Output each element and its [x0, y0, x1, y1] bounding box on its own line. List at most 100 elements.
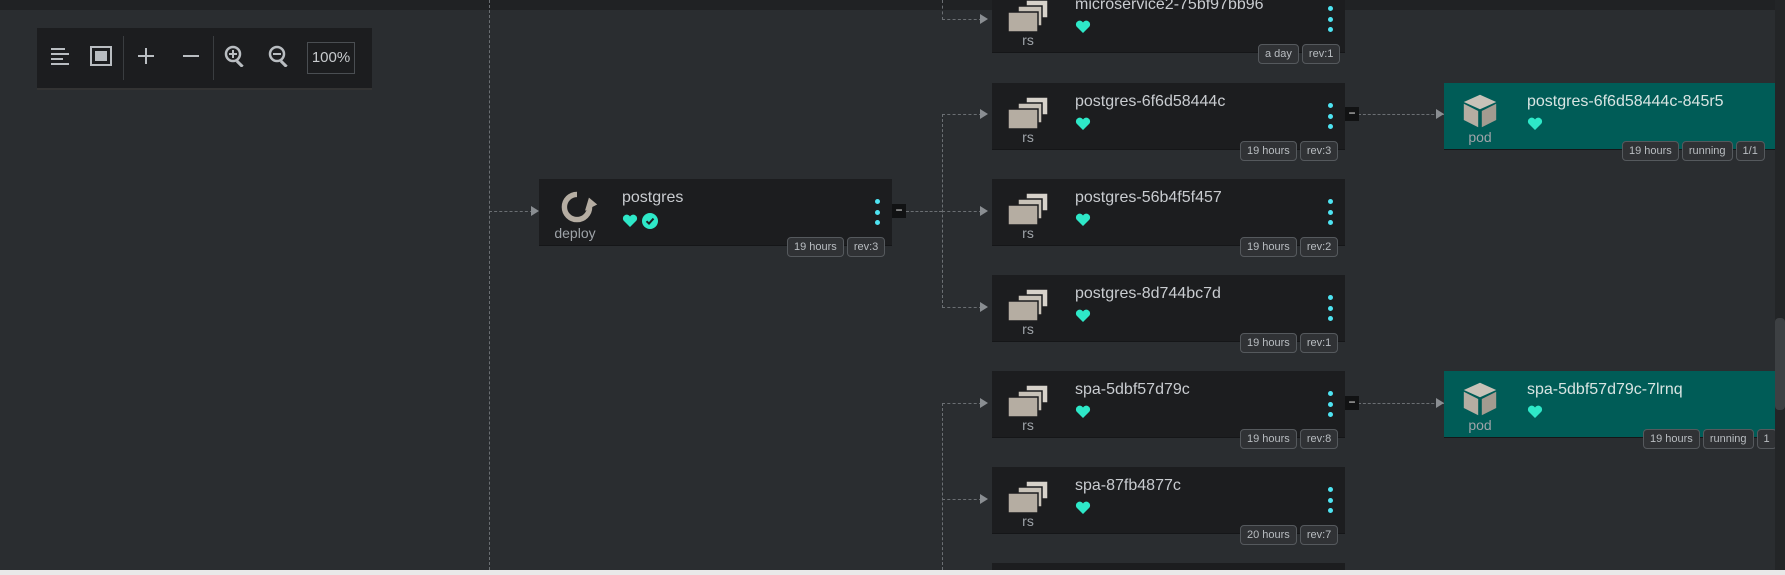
kind-label: deploy [554, 225, 596, 241]
node-title[interactable]: spa-5dbf57d79c-7lrnq [1527, 381, 1683, 399]
zoom-out-button[interactable] [267, 44, 291, 68]
node-title[interactable]: spa-87fb4877c [1075, 477, 1181, 495]
tree-connector [1358, 403, 1444, 404]
pod-node[interactable]: pod postgres-6f6d58444c-845r5 [1444, 83, 1776, 149]
node-menu-button[interactable] [1327, 103, 1333, 129]
expand-button[interactable] [134, 44, 158, 68]
node-title[interactable]: postgres [622, 189, 683, 207]
collapse-toggle[interactable]: − [1345, 396, 1359, 410]
tree-connector [942, 0, 943, 20]
rs-badges: 19 hours rev:1 [1240, 333, 1339, 353]
replicaset-icon [1007, 0, 1049, 32]
rs-badges: 19 hours rev:2 [1240, 237, 1339, 257]
status-badge: running [1681, 141, 1733, 161]
tree-connector [942, 403, 943, 575]
node-menu-button[interactable] [1327, 199, 1333, 225]
node-title[interactable]: postgres-6f6d58444c [1075, 93, 1225, 111]
pod-node[interactable]: pod spa-5dbf57d79c-7lrnq [1444, 371, 1776, 437]
replicaset-icon [1007, 288, 1049, 321]
heart-icon [1527, 117, 1543, 130]
replicaset-icon [1007, 192, 1049, 225]
fit-screen-button[interactable] [89, 44, 113, 68]
node-title[interactable]: postgres-8d744bc7d [1075, 285, 1221, 303]
revision-badge: rev:2 [1299, 237, 1339, 257]
node-menu-button[interactable] [1327, 6, 1333, 32]
zoom-in-button[interactable] [223, 44, 247, 68]
age-badge: 19 hours [1240, 429, 1297, 449]
align-left-icon [51, 48, 69, 65]
zoom-level-input[interactable]: 100% [307, 42, 355, 74]
align-left-button[interactable] [49, 44, 73, 68]
check-circle-icon [642, 213, 658, 229]
minus-icon [183, 55, 199, 57]
zoom-in-icon [224, 45, 244, 67]
replicaset-icon [1007, 480, 1049, 513]
heart-icon [1075, 405, 1091, 418]
connector-arrow [980, 302, 988, 312]
collapse-toggle[interactable]: − [892, 204, 906, 218]
kind-label: rs [1022, 32, 1034, 48]
scrollbar-thumb[interactable] [1775, 318, 1785, 410]
age-badge: 19 hours [1240, 141, 1297, 161]
heart-icon [1075, 501, 1091, 514]
age-badge: 19 hours [1643, 429, 1700, 449]
kind-label: rs [1022, 321, 1034, 337]
rs-node[interactable]: rs spa-5dbf57d79c [992, 371, 1345, 437]
tree-connector [942, 19, 982, 20]
rs-badges: 20 hours rev:7 [1240, 525, 1339, 545]
rs-node[interactable]: rs spa-87fb4877c [992, 467, 1345, 533]
revision-badge: rev:8 [1299, 429, 1339, 449]
node-title[interactable]: postgres-56b4f5f457 [1075, 189, 1222, 207]
resource-tree-canvas[interactable]: deploy postgres − 19 hours rev:3 rs micr… [0, 0, 1785, 575]
kind-label: rs [1022, 225, 1034, 241]
collapse-toggle[interactable]: − [1345, 107, 1359, 121]
connector-arrow [980, 14, 988, 24]
rs-node[interactable]: rs postgres-56b4f5f457 [992, 179, 1345, 245]
node-menu-button[interactable] [874, 199, 880, 225]
rs-badges: a day rev:1 [1258, 44, 1341, 64]
rs-node[interactable]: rs postgres-6f6d58444c [992, 83, 1345, 149]
top-band [0, 0, 1785, 10]
connector-arrow [1436, 109, 1444, 119]
tree-connector [906, 211, 942, 212]
node-title[interactable]: microservice2-75bf97bb96 [1075, 0, 1264, 14]
deploy-node-postgres[interactable]: deploy postgres [539, 179, 892, 245]
node-title[interactable]: postgres-6f6d58444c-845r5 [1527, 93, 1724, 111]
plus-icon [138, 48, 154, 64]
heart-icon [622, 214, 638, 227]
kind-label: rs [1022, 417, 1034, 433]
revision-badge: rev:3 [1299, 141, 1339, 161]
node-menu-button[interactable] [1327, 391, 1333, 417]
tree-connector [489, 0, 490, 575]
toolbar-separator [123, 36, 124, 80]
node-menu-button[interactable] [1327, 295, 1333, 321]
revision-badge: rev:3 [846, 237, 886, 257]
heart-icon [1075, 20, 1091, 33]
rs-badges: 19 hours rev:8 [1240, 429, 1339, 449]
node-menu-button[interactable] [1327, 487, 1333, 513]
replicaset-icon [1007, 96, 1049, 129]
heart-icon [1075, 309, 1091, 322]
graph-toolbar: 100% [37, 28, 372, 90]
heart-icon [1527, 405, 1543, 418]
kind-label: rs [1022, 129, 1034, 145]
connector-arrow [980, 109, 988, 119]
pod-cube-icon [1463, 382, 1497, 416]
tree-connector [942, 114, 982, 115]
connector-arrow [1436, 398, 1444, 408]
tree-connector [942, 307, 982, 308]
kind-label: pod [1468, 129, 1492, 145]
deploy-icon [561, 191, 598, 223]
collapse-button[interactable] [179, 44, 203, 68]
node-title[interactable]: spa-5dbf57d79c [1075, 381, 1190, 399]
bottom-edge [0, 570, 1785, 575]
rs-badges: 19 hours rev:3 [1240, 141, 1339, 161]
rs-node[interactable]: rs postgres-8d744bc7d [992, 275, 1345, 341]
deploy-badges: 19 hours rev:3 [787, 237, 886, 257]
kind-label: pod [1468, 417, 1492, 433]
age-badge: 19 hours [1622, 141, 1679, 161]
tree-connector [489, 211, 533, 212]
pod-badges: 19 hours running 1 [1643, 429, 1777, 449]
vertical-scrollbar[interactable] [1775, 0, 1785, 575]
revision-badge: rev:1 [1299, 333, 1339, 353]
